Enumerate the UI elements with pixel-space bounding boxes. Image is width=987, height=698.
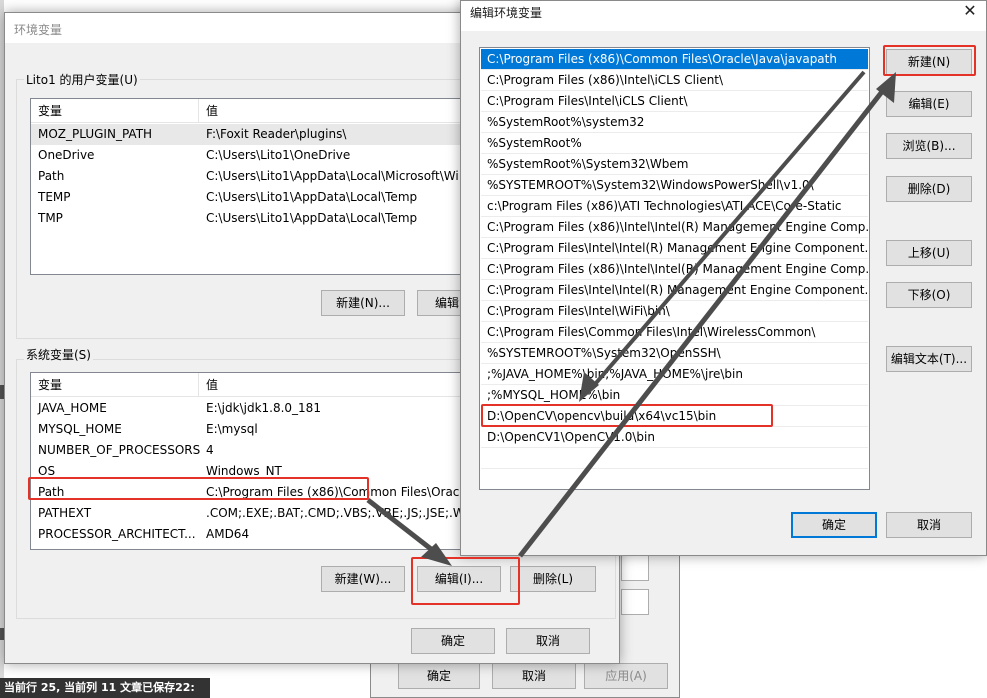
annotation-arrows (366, 70, 896, 566)
arrow-line (366, 498, 442, 558)
arrow-line (518, 82, 890, 558)
arrow-head (579, 372, 599, 402)
arrow-line (588, 70, 866, 392)
